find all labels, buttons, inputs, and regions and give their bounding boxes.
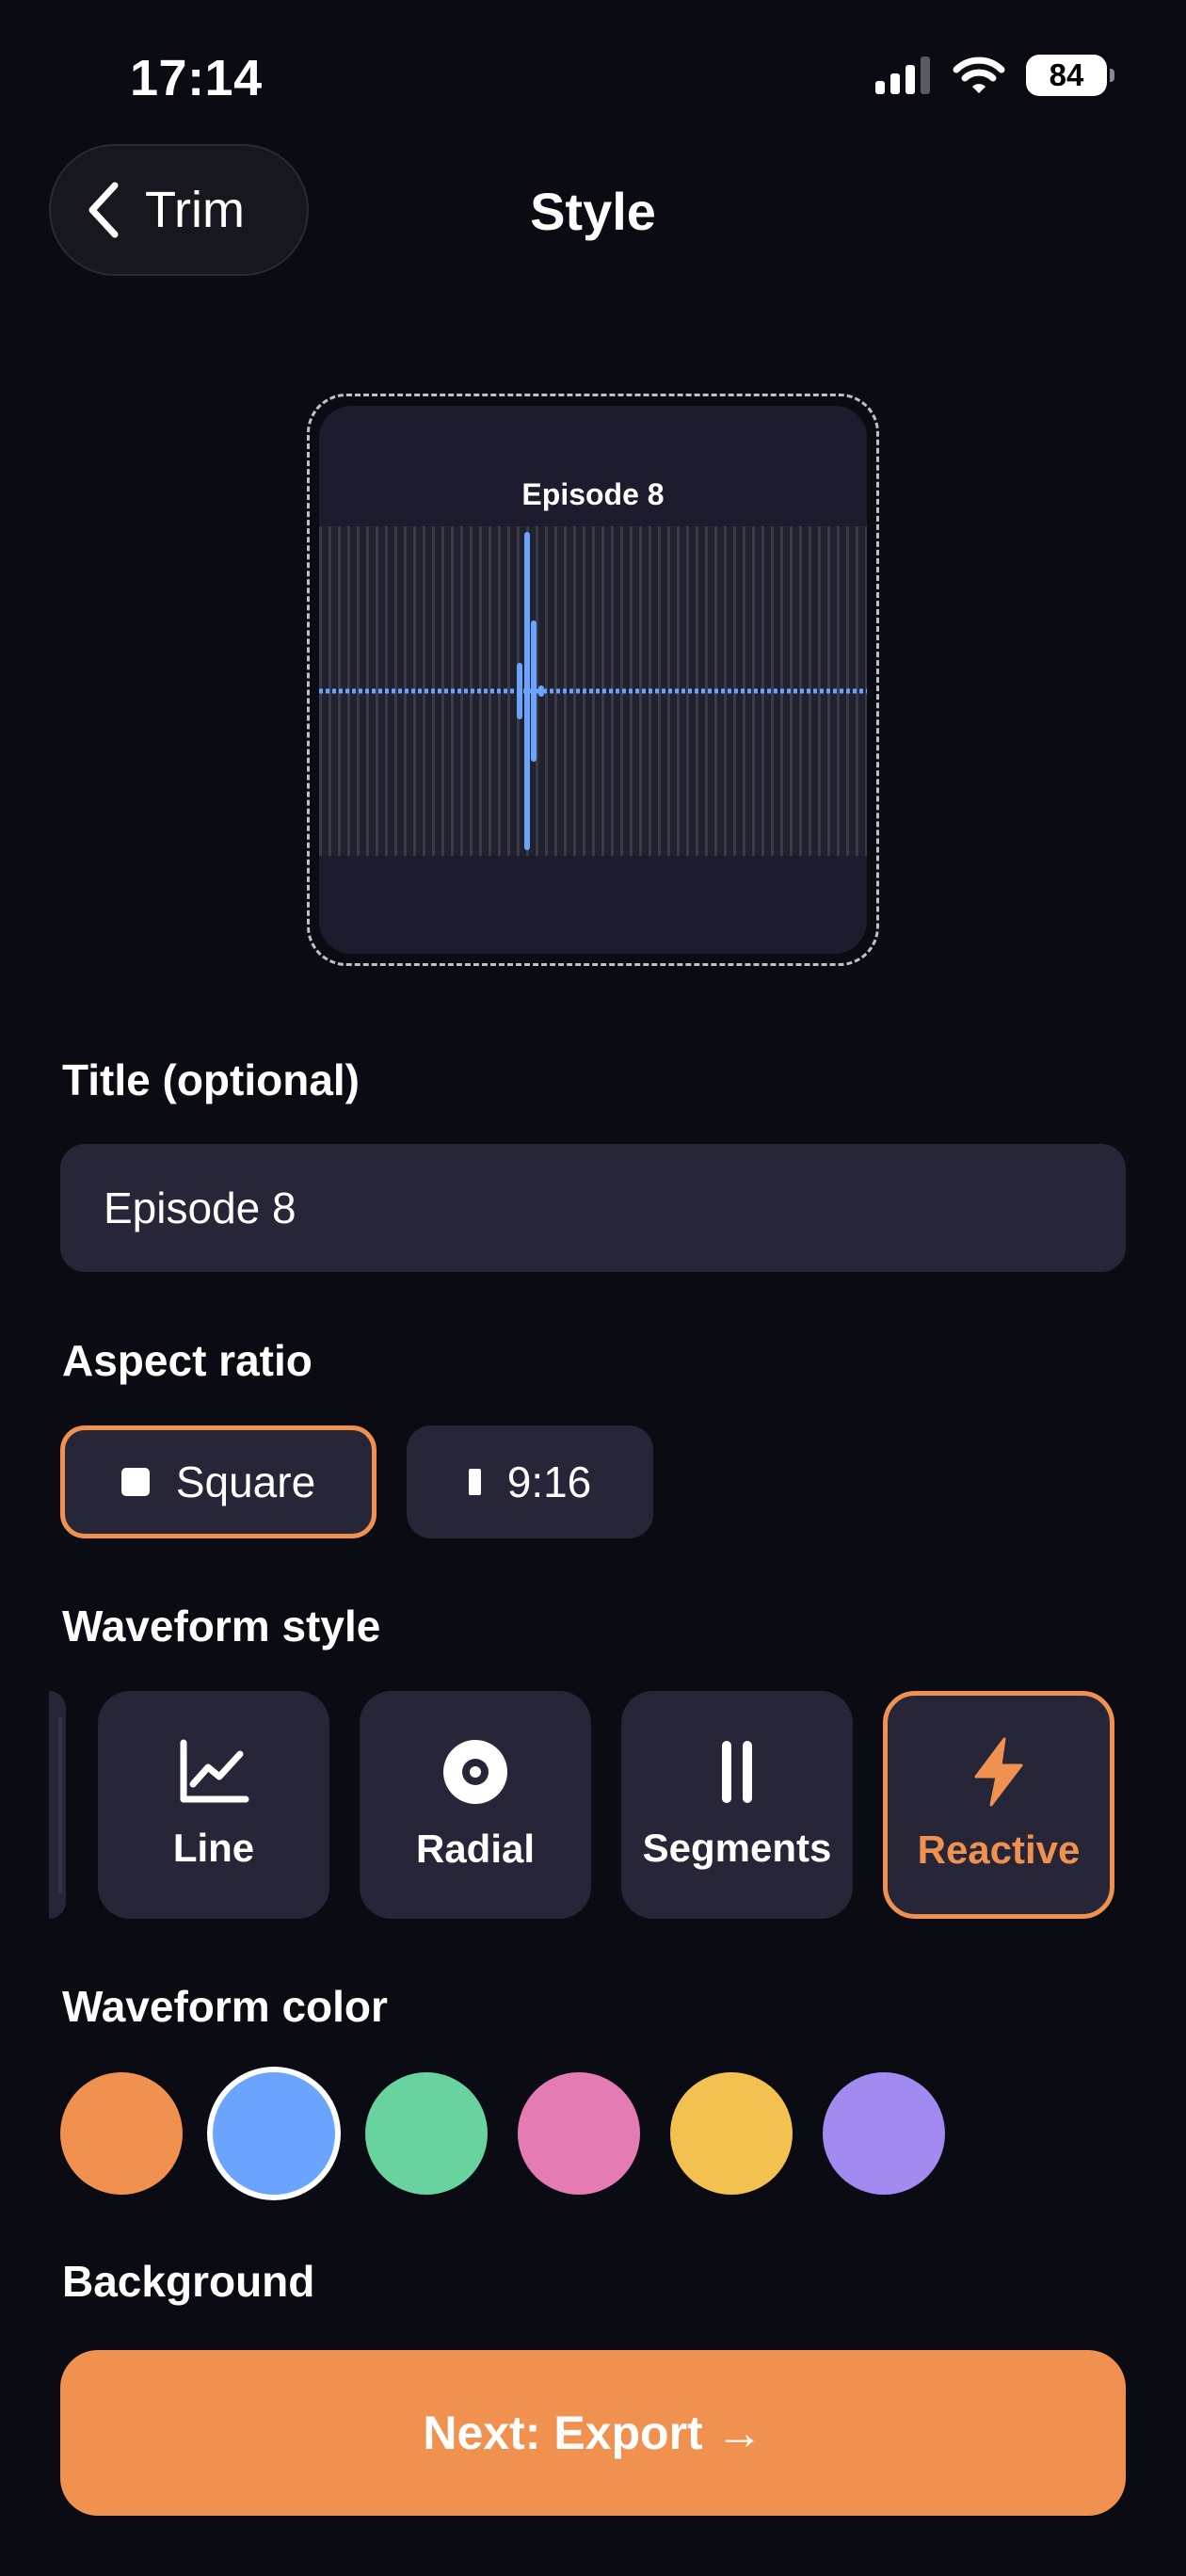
style-card-line[interactable]: Line [98,1691,329,1919]
waveform-spike [524,532,530,850]
portrait-icon [468,1469,481,1495]
preview-frame: Episode 8 [307,394,879,966]
preview-title: Episode 8 [521,477,665,511]
waveform-color-label: Waveform color [62,1982,388,2031]
color-swatch-purple[interactable] [823,2072,945,2195]
style-card-segments-label: Segments [642,1826,832,1870]
color-swatch-blue[interactable] [213,2072,335,2195]
page-title: Style [530,182,656,241]
preview-waveform [319,526,867,856]
aspect-square-label: Square [175,1457,316,1506]
preview-card: Episode 8 [319,406,867,954]
style-card-segments[interactable]: Segments [621,1691,853,1919]
aspect-square-button[interactable]: Square [60,1425,377,1538]
style-card-radial-label: Radial [415,1827,536,1871]
battery-icon: 84 [1026,55,1114,96]
aspect-9-16-button[interactable]: 9:16 [407,1425,653,1538]
background-label: Background [62,2257,315,2306]
bolt-icon [974,1737,1023,1807]
wifi-icon [953,56,1005,93]
status-icons: 84 [875,55,1114,96]
segments-icon [722,1741,752,1803]
style-card-reactive[interactable]: Reactive [883,1691,1114,1919]
color-swatch-yellow[interactable] [670,2072,793,2195]
square-icon [120,1468,150,1496]
style-card-line-label: Line [172,1826,255,1870]
waveform-spike [538,685,544,697]
waveform-style-label: Waveform style [62,1602,381,1650]
style-screen: 17:14 84 Trim Style Episode 8 Title (opt… [0,0,1186,2576]
signal-icon [875,56,930,94]
radial-icon [443,1740,507,1804]
line-chart-icon [180,1739,249,1803]
color-swatch-green[interactable] [365,2072,488,2195]
title-input[interactable] [60,1144,1126,1272]
style-card-reactive-label: Reactive [917,1827,1081,1872]
aspect-ratio-label: Aspect ratio [62,1336,313,1385]
title-label: Title (optional) [62,1055,361,1104]
aspect-9-16-label: 9:16 [506,1457,592,1506]
waveform-graphic [319,532,867,850]
status-time: 17:14 [130,50,263,106]
style-card-offscreen[interactable] [49,1691,66,1919]
waveform-spike [531,620,537,762]
waveform-spike [517,663,522,719]
style-card-radial[interactable]: Radial [360,1691,591,1919]
next-export-button[interactable]: Next: Export → [60,2350,1126,2516]
battery-level: 84 [1049,57,1084,92]
color-swatch-pink[interactable] [518,2072,640,2195]
color-swatch-orange[interactable] [60,2072,183,2195]
